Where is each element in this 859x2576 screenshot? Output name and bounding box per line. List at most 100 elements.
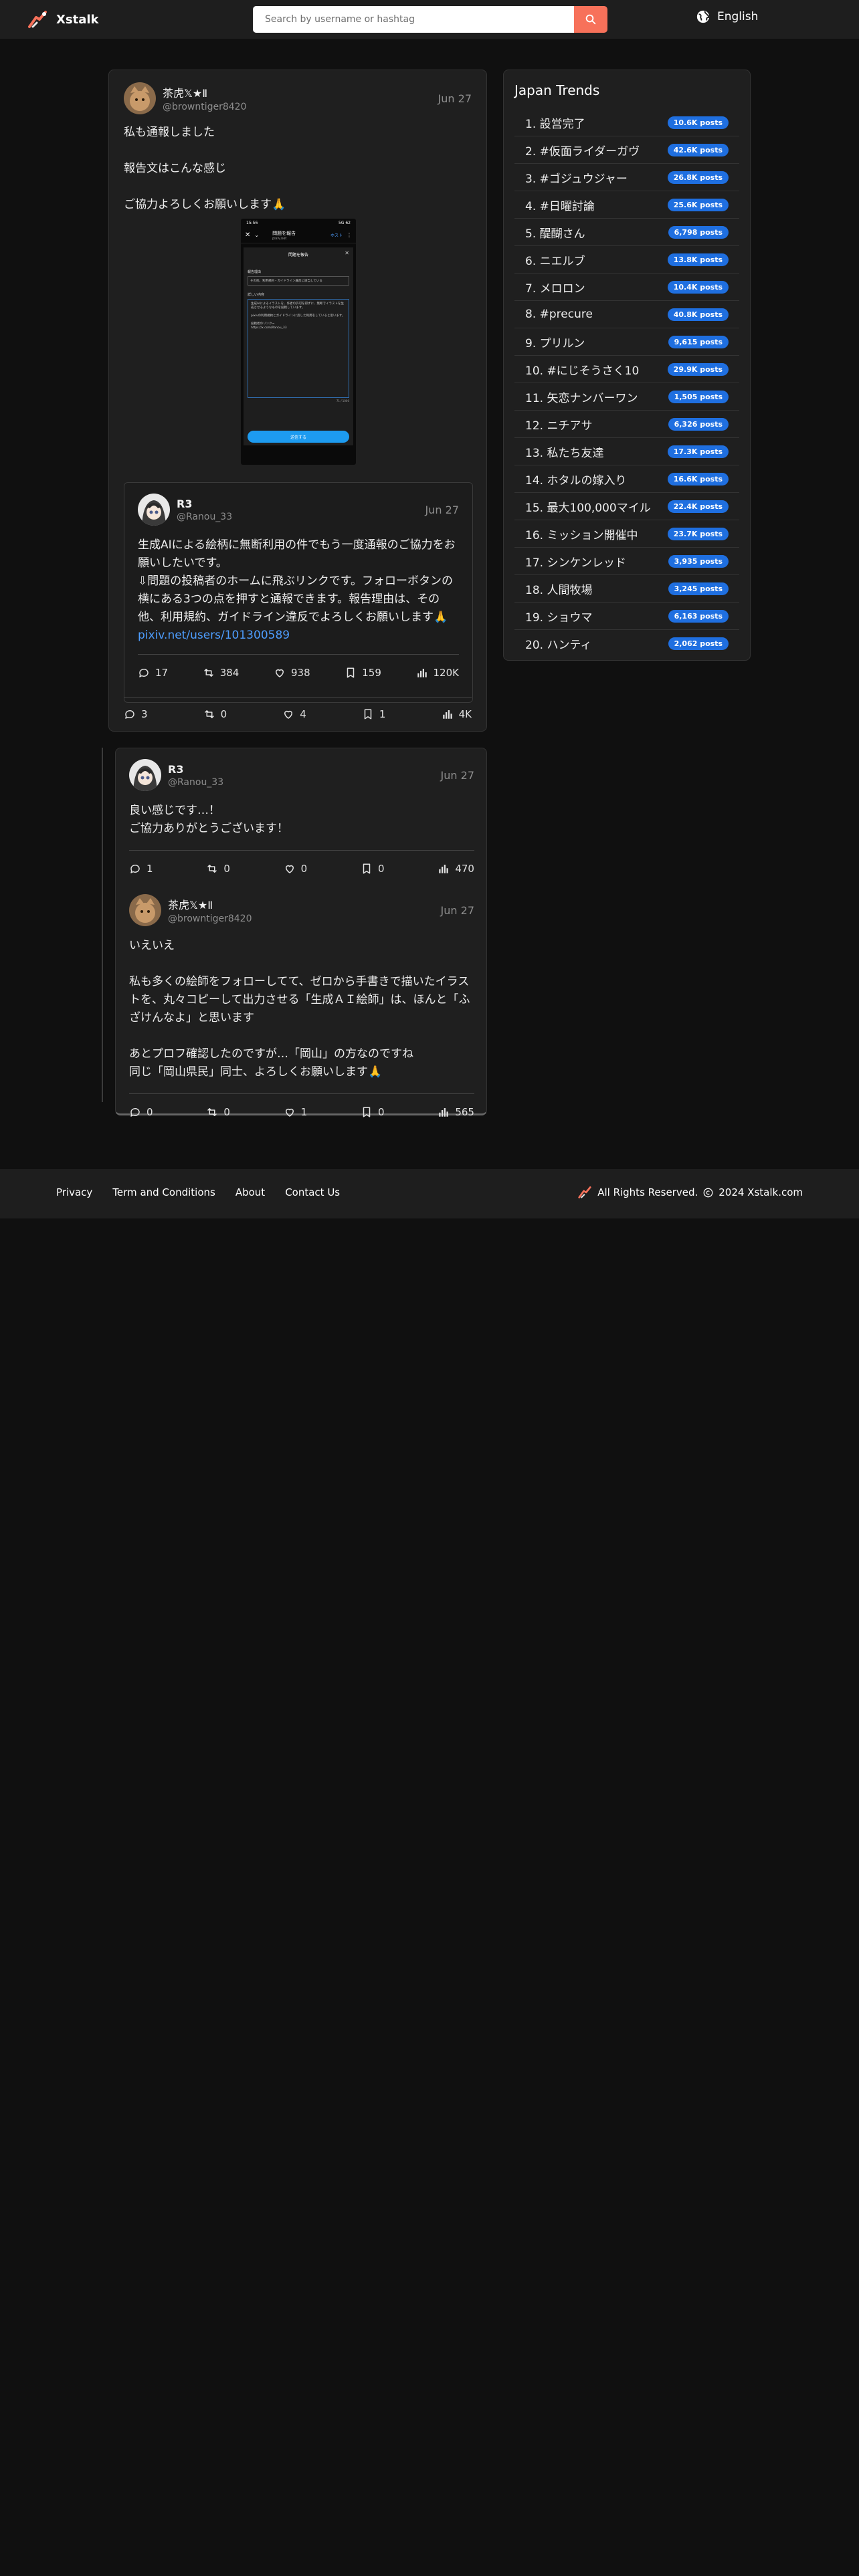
reply-post[interactable]: R3 @Ranou_33 Jun 27 良い感じです…！ ご協力ありがとうござい… [129,759,474,875]
username[interactable]: @browntiger8420 [168,914,434,924]
trend-item[interactable]: 7. メロロン 10.4K posts [514,274,739,301]
views-count: 120K [416,667,459,679]
heart-icon [284,863,296,875]
reply-button[interactable]: 17 [138,667,168,679]
trend-item[interactable]: 15. 最大100,000マイル 22.4K posts [514,493,739,520]
trend-item[interactable]: 5. 醍醐さん 6,798 posts [514,219,739,246]
footer-link-privacy[interactable]: Privacy [56,1186,92,1198]
anime-avatar-icon [129,759,161,791]
username[interactable]: @Ranou_33 [177,512,419,522]
post-count-badge: 9,615 posts [668,335,729,348]
shot-dialog-close-icon: ✕ [345,250,349,256]
trend-item[interactable]: 8. #precure 40.8K posts [514,301,739,328]
trends-sidebar: Japan Trends 1. 設営完了 10.6K posts 2. #仮面ライ… [503,70,751,661]
bookmark-button[interactable]: 0 [361,863,385,875]
footer-link-about[interactable]: About [235,1186,265,1198]
post-count-badge: 6,163 posts [668,609,729,623]
views-count: 565 [438,1106,474,1118]
shot-submit-button: 送信する [248,431,349,443]
bookmark-button[interactable]: 0 [361,1106,385,1118]
reply-post[interactable]: 茶虎𝕏★Ⅱ @browntiger8420 Jun 27 いえいえ 私も多くの絵… [129,894,474,1118]
trend-item[interactable]: 1. 設営完了 10.6K posts [514,109,739,136]
display-name[interactable]: R3 [177,498,419,510]
bar-chart-icon [438,1106,450,1118]
trend-item[interactable]: 16. ミッション開催中 23.7K posts [514,520,739,548]
search-bar [253,6,607,33]
post-date: Jun 27 [438,92,472,105]
username[interactable]: @Ranou_33 [168,777,434,788]
trend-item[interactable]: 17. シンケンレッド 3,935 posts [514,548,739,575]
display-name[interactable]: 茶虎𝕏★Ⅱ [168,896,434,912]
post-count-badge: 6,798 posts [668,225,729,239]
reply-button[interactable]: 1 [129,863,153,875]
post-header: 茶虎𝕏★Ⅱ @browntiger8420 Jun 27 [129,894,474,926]
shot-status-right: 5G 62 [338,221,351,225]
trend-item[interactable]: 11. 矢恋ナンバーワン 1,505 posts [514,383,739,411]
display-name[interactable]: 茶虎𝕏★Ⅱ [163,84,432,100]
repost-button[interactable]: 0 [206,863,230,875]
trend-item[interactable]: 3. #ゴジュウジャー 26.8K posts [514,164,739,191]
trend-item[interactable]: 6. ニエルブ 13.8K posts [514,246,739,274]
trend-item[interactable]: 2. #仮面ライダーガヴ 42.6K posts [514,136,739,164]
post-link[interactable]: pixiv.net/users/101300589 [138,627,459,645]
trend-item[interactable]: 4. #日曜討論 25.6K posts [514,191,739,219]
like-button[interactable]: 1 [284,1106,307,1118]
trend-item[interactable]: 12. ニチアサ 6,326 posts [514,411,739,438]
display-name[interactable]: R3 [168,763,434,776]
post-count-badge: 40.8K posts [667,308,729,321]
post-count-badge: 16.6K posts [667,472,729,486]
username[interactable]: @browntiger8420 [163,102,432,112]
shot-tab-title: 問題を報告 [272,230,296,236]
repost-button[interactable]: 0 [206,1106,230,1118]
footer-link-terms[interactable]: Term and Conditions [112,1186,215,1198]
trend-item[interactable]: 9. プリルン 9,615 posts [514,328,739,356]
avatar[interactable] [138,494,170,526]
views-count: 4K [442,708,472,720]
rights-text: All Rights Reserved. [597,1186,698,1198]
bookmark-icon [362,708,374,720]
avatar[interactable] [124,82,156,114]
post-actions: 3 0 4 1 4K [124,708,472,720]
main-column: 茶虎𝕏★Ⅱ @browntiger8420 Jun 27 私も通報しました 報告… [108,70,487,732]
anime-avatar-icon [138,494,170,526]
trend-item[interactable]: 20. ハンティ 2,062 posts [514,630,739,657]
heart-icon [274,667,286,679]
shot-more-icon: ⋮ [347,232,352,238]
reply-button[interactable]: 0 [129,1106,153,1118]
search-icon [585,14,596,25]
footer-link-contact[interactable]: Contact Us [285,1186,340,1198]
reply-button[interactable]: 3 [124,708,148,720]
top-header: Xstalk English [0,0,859,39]
trend-item[interactable]: 10. #にじそうさく10 29.9K posts [514,356,739,383]
quoted-post[interactable]: R3 @Ranou_33 Jun 27 生成AIによる絵柄に無断利用の件でもう一… [124,482,473,703]
like-button[interactable]: 938 [274,667,310,679]
post-date: Jun 27 [440,768,474,782]
search-input[interactable] [253,6,574,33]
heart-icon [284,1106,296,1118]
like-button[interactable]: 0 [284,863,307,875]
shot-dialog-title: 問題を報告 [288,253,308,257]
bookmark-icon [361,863,373,875]
attached-screenshot[interactable]: 15:56 5G 62 ✕ ⌄ 問題を報告 pixiv.net ホスト ⋮ 問題… [241,219,356,465]
post-header: R3 @Ranou_33 Jun 27 [129,759,474,791]
bookmark-button[interactable]: 1 [362,708,385,720]
repost-icon [206,1106,218,1118]
trend-item[interactable]: 14. ホタルの嫁入り 16.6K posts [514,465,739,493]
avatar[interactable] [129,894,161,926]
language-selector[interactable]: English [696,9,758,24]
post-count-badge: 13.8K posts [667,253,729,266]
repost-button[interactable]: 384 [203,667,239,679]
reply-thread: R3 @Ranou_33 Jun 27 良い感じです…！ ご協力ありがとうござい… [115,748,487,1118]
repost-button[interactable]: 0 [203,708,227,720]
trend-item[interactable]: 19. ショウマ 6,163 posts [514,603,739,630]
bookmark-button[interactable]: 159 [345,667,381,679]
bar-chart-icon [438,863,450,875]
trend-item[interactable]: 13. 私たち友達 17.3K posts [514,438,739,465]
repost-icon [206,863,218,875]
brand-logo[interactable]: Xstalk [27,9,98,30]
like-button[interactable]: 4 [282,708,306,720]
trend-item[interactable]: 18. 人間牧場 3,245 posts [514,575,739,603]
trends-title: Japan Trends [514,82,600,98]
avatar[interactable] [129,759,161,791]
search-button[interactable] [574,6,607,33]
